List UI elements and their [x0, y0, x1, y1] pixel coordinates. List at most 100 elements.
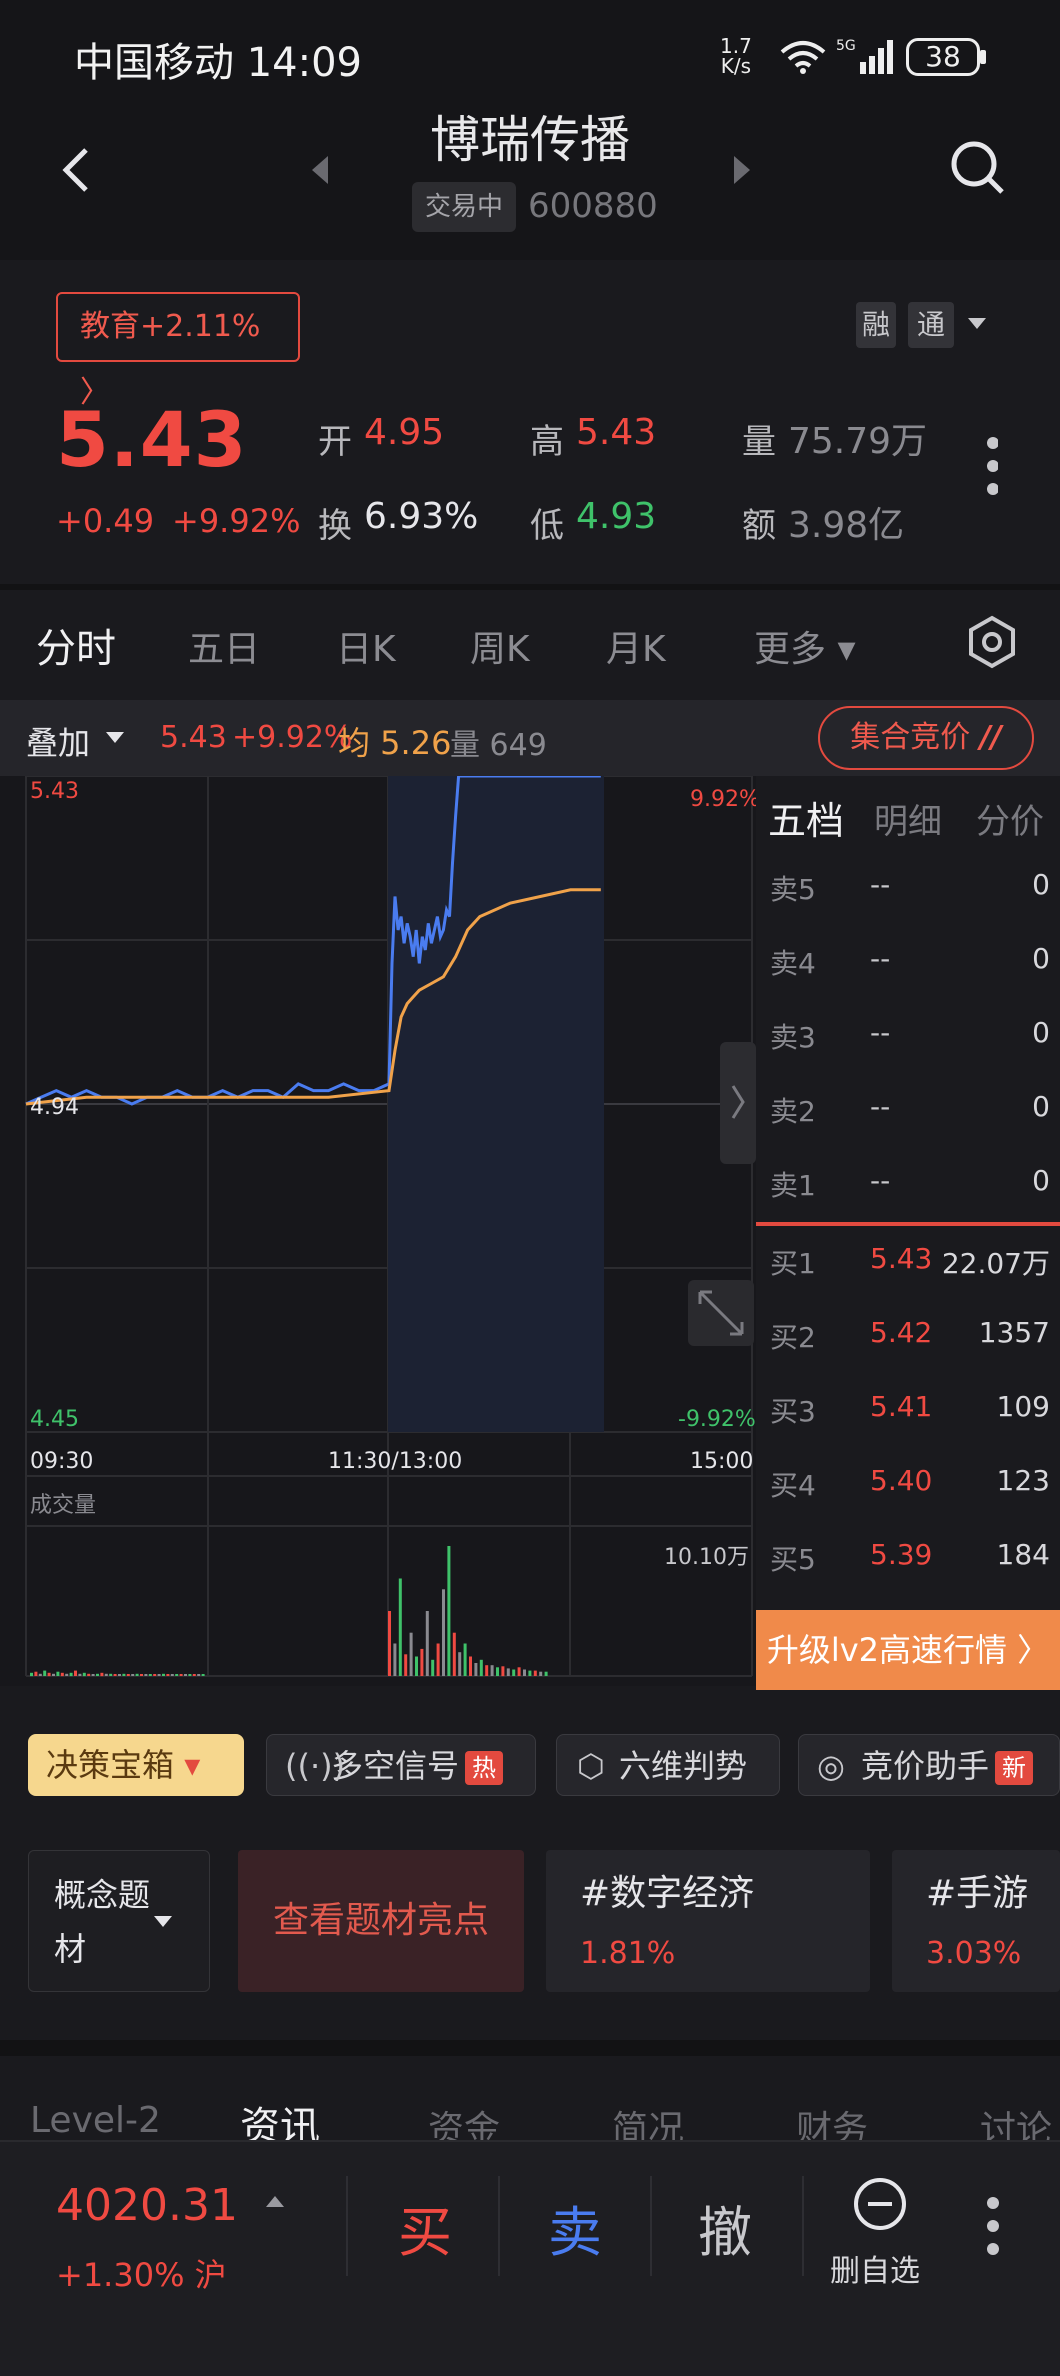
battery-indicator: 38 — [906, 38, 980, 76]
tab-price-dist[interactable]: 分价 — [976, 794, 1044, 843]
volume-bar — [469, 1656, 472, 1676]
settings-icon[interactable] — [964, 614, 1020, 670]
theme-name: #手游 — [926, 1873, 1029, 1914]
volume-bar — [409, 1632, 413, 1676]
volume-bar — [100, 1672, 104, 1677]
section-separator — [0, 2040, 1060, 2056]
level-volume: 22.07万 — [941, 1247, 1050, 1280]
volume-bar — [157, 1674, 161, 1676]
volume-bar — [458, 1652, 462, 1676]
volume-bar — [415, 1656, 418, 1676]
index-change[interactable]: +1.30% 沪 — [56, 2250, 227, 2296]
remove-watchlist-button[interactable]: 删自选 — [830, 2246, 920, 2290]
concept-label: 概念题材 — [54, 1876, 151, 1968]
view-theme-highlights-button[interactable]: 查看题材亮点 — [238, 1850, 524, 1992]
sell-button[interactable]: 卖 — [548, 2188, 602, 2267]
volume-bar — [148, 1674, 152, 1676]
theme-card[interactable]: #手游 3.03% — [892, 1850, 1060, 1992]
search-icon[interactable] — [948, 138, 1008, 198]
volume-bar — [544, 1671, 548, 1676]
tab-five-level[interactable]: 五档 — [768, 790, 844, 845]
y-mid-label: 4.94 — [30, 1095, 79, 1120]
wifi-icon — [780, 41, 826, 74]
tab-5day[interactable]: 五日 — [188, 620, 260, 672]
divider — [802, 2176, 804, 2276]
level-label: 买2 — [770, 1321, 816, 1354]
overlay-volume: 量 649 — [450, 728, 547, 763]
volume-value: 75.79万 — [788, 421, 928, 462]
connect-badge[interactable]: 通 — [908, 302, 954, 348]
caret-up-icon[interactable] — [266, 2196, 284, 2207]
margin-badge[interactable]: 融 — [856, 302, 896, 348]
volume-bar — [74, 1670, 77, 1676]
volume-bar — [30, 1672, 33, 1677]
book-divider — [756, 1222, 1060, 1226]
theme-pct: 1.81% — [580, 1936, 676, 1971]
volume-max-label: 10.10万 — [664, 1545, 749, 1570]
level-label: 卖4 — [770, 947, 816, 980]
volume-bar — [47, 1672, 51, 1677]
theme-card[interactable]: #数字经济 1.81% — [546, 1850, 870, 1992]
level-price: -- — [870, 942, 891, 975]
tab-intraday[interactable]: 分时 — [36, 616, 116, 674]
buy-button[interactable]: 买 — [398, 2188, 452, 2267]
volume-bar — [179, 1674, 183, 1676]
more-vertical-icon[interactable] — [986, 2196, 1000, 2256]
six-dimension-button[interactable]: ⬡ 六维判势 — [556, 1734, 780, 1796]
volume-bar — [393, 1643, 397, 1676]
tab-detail[interactable]: 明细 — [874, 794, 942, 843]
volume-bar — [442, 1589, 445, 1676]
volume-bar — [431, 1659, 435, 1677]
chevron-down-icon[interactable] — [968, 318, 986, 329]
divider — [498, 2176, 500, 2276]
volume-bar — [38, 1673, 42, 1676]
trading-status-badge: 交易中 — [412, 182, 516, 232]
level-label: 卖2 — [770, 1095, 816, 1128]
volume-bar — [69, 1672, 73, 1677]
call-auction-button[interactable]: 集合竞价 // — [818, 706, 1034, 770]
intraday-chart[interactable]: 5.43 4.94 4.45 9.92% -9.92% 09:30 11:30/… — [0, 776, 756, 1686]
more-vertical-icon[interactable] — [986, 436, 998, 496]
open-label: 开 — [318, 422, 352, 462]
level-volume: 0 — [1032, 942, 1050, 975]
volume-bar — [474, 1663, 478, 1676]
tab-daily-k[interactable]: 日K — [336, 620, 396, 672]
level-price: -- — [870, 868, 891, 901]
volume-bar — [166, 1674, 170, 1676]
volume-bar — [87, 1673, 91, 1676]
volume-bar — [91, 1674, 95, 1676]
turnover-label: 换 — [318, 506, 352, 546]
volume-bar — [485, 1665, 489, 1676]
index-value[interactable]: 4020.31 — [56, 2180, 238, 2231]
chevron-down-icon[interactable] — [154, 1916, 172, 1927]
level-label: 买3 — [770, 1395, 816, 1428]
bid-assistant-button[interactable]: ◎ 竞价助手新 — [798, 1734, 1060, 1796]
tab-level2[interactable]: Level-2 — [30, 2100, 161, 2141]
tab-more[interactable]: 更多 ▾ — [754, 620, 856, 672]
decision-box-button[interactable]: 决策宝箱 ▾ — [28, 1734, 244, 1796]
overlay-dropdown[interactable]: 叠加 — [26, 718, 90, 764]
long-short-signal-button[interactable]: ((·)) 多空信号热 — [266, 1734, 536, 1796]
next-stock-icon[interactable] — [730, 152, 754, 188]
volume-bar — [496, 1667, 499, 1676]
back-icon[interactable] — [52, 140, 112, 200]
remove-watchlist-icon[interactable] — [852, 2176, 908, 2232]
theme-pct: 3.03% — [926, 1936, 1022, 1971]
volume-bar — [479, 1659, 483, 1677]
prev-stock-icon[interactable] — [308, 152, 332, 188]
low-label: 低 — [530, 506, 564, 546]
sector-tag[interactable]: 教育+2.11% 〉 — [56, 292, 300, 410]
chevron-down-icon[interactable] — [106, 732, 124, 743]
robot-icon: ◎ — [817, 1747, 845, 1785]
upgrade-l2-button[interactable]: 升级lv2高速行情 〉 — [756, 1610, 1060, 1690]
volume-bar — [34, 1671, 38, 1676]
volume-bar — [109, 1673, 113, 1676]
volume-bar — [140, 1674, 143, 1676]
cancel-order-button[interactable]: 撤 — [698, 2188, 752, 2267]
volume-bar — [512, 1669, 516, 1676]
volume-bar — [144, 1674, 148, 1676]
tab-weekly-k[interactable]: 周K — [470, 620, 530, 672]
tab-monthly-k[interactable]: 月K — [606, 620, 666, 672]
overlay-price: 5.43 — [160, 720, 227, 755]
carrier-time: 中国移动 14:09 — [74, 40, 362, 86]
